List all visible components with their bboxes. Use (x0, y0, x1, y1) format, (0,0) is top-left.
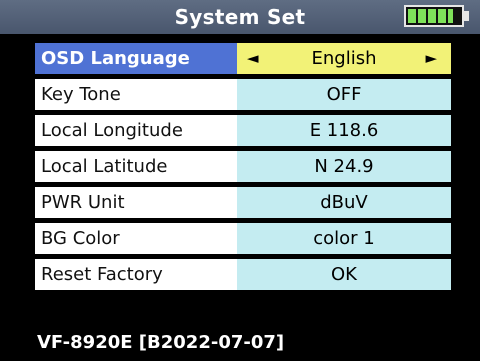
menu-value[interactable]: dBuV (237, 187, 451, 218)
menu-label: Reset Factory (35, 259, 237, 290)
menu-value[interactable]: color 1 (237, 223, 451, 254)
menu-row-local-latitude[interactable]: Local Latitude N 24.9 (35, 151, 451, 182)
menu-label: PWR Unit (35, 187, 237, 218)
arrow-left-icon[interactable]: ◄ (247, 43, 259, 74)
menu-row-local-longitude[interactable]: Local Longitude E 118.6 (35, 115, 451, 146)
header-bar: System Set (0, 0, 480, 34)
menu-row-key-tone[interactable]: Key Tone OFF (35, 79, 451, 110)
menu-value[interactable]: N 24.9 (237, 151, 451, 182)
battery-icon (404, 5, 464, 27)
menu-label: Local Longitude (35, 115, 237, 146)
menu-row-bg-color[interactable]: BG Color color 1 (35, 223, 451, 254)
menu-label: OSD Language (35, 43, 237, 74)
firmware-version: VF-8920E [B2022-07-07] (37, 332, 285, 353)
menu-label: Local Latitude (35, 151, 237, 182)
menu-row-pwr-unit[interactable]: PWR Unit dBuV (35, 187, 451, 218)
battery-level-fill (408, 9, 453, 23)
arrow-right-icon[interactable]: ► (425, 43, 437, 74)
menu-label: BG Color (35, 223, 237, 254)
menu-row-reset-factory[interactable]: Reset Factory OK (35, 259, 451, 290)
menu-value[interactable]: E 118.6 (237, 115, 451, 146)
battery-tip (464, 11, 469, 21)
menu-value[interactable]: OFF (237, 79, 451, 110)
menu-value-text: English (311, 48, 377, 69)
menu-row-osd-language[interactable]: OSD Language ◄ English ► (35, 43, 451, 74)
menu-value[interactable]: OK (237, 259, 451, 290)
menu-label: Key Tone (35, 79, 237, 110)
menu-value[interactable]: ◄ English ► (237, 43, 451, 74)
settings-menu: OSD Language ◄ English ► Key Tone OFF Lo… (35, 43, 451, 295)
